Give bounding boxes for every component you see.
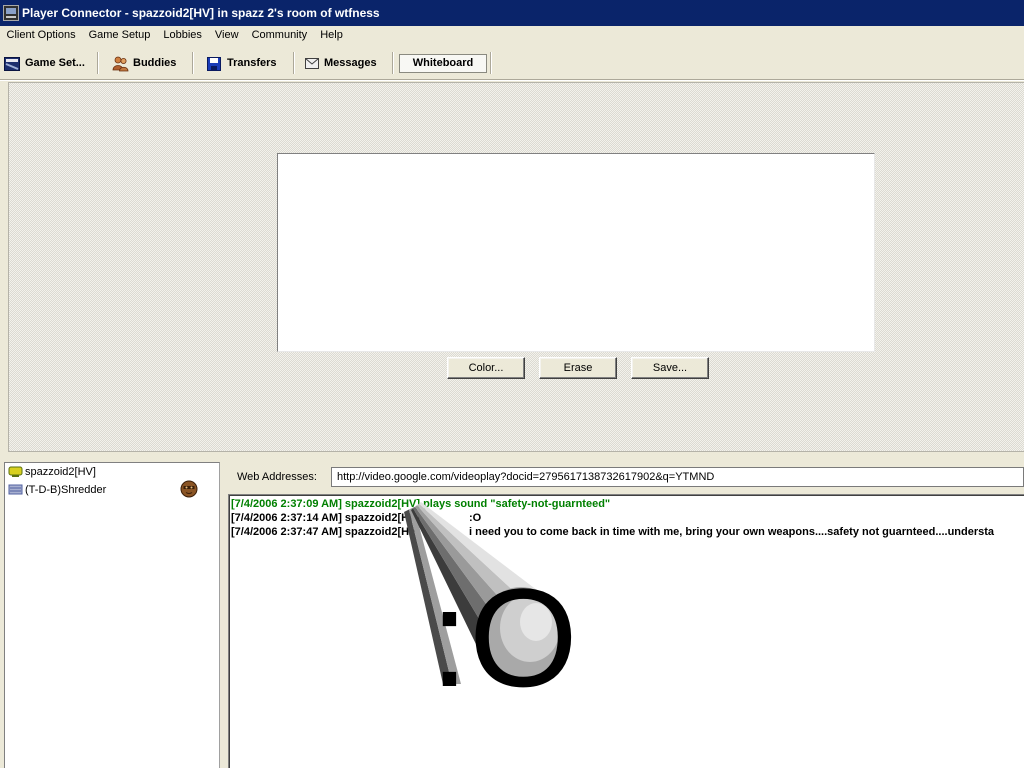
splitter-horizontal[interactable] [0,452,1024,462]
user-list-item[interactable]: spazzoid2[HV] [5,465,219,479]
user-name: spazzoid2[HV] [25,466,96,478]
color-button[interactable]: Color... [447,357,525,379]
menu-view[interactable]: View [208,26,245,44]
chat-username: spazzoid2[HV] [344,512,421,524]
chat-log[interactable]: [7/4/2006 2:37:09 AM] spazzoid2[HV] plays … [228,494,1024,768]
tab-transfers-label: Transfers [227,57,277,69]
toolbar-separator [293,52,295,74]
chat-line-prefix: [7/4/2006 2:37:47 AM] spazzoid2[HV] [231,525,469,539]
chat-username: spazzoid2[HV] [344,498,421,510]
app-icon[interactable] [3,5,19,21]
tab-messages[interactable]: Messages [301,52,387,74]
user-list-item[interactable]: (T-D-B)Shredder [5,480,219,498]
menu-game-setup[interactable]: Game Setup [82,26,157,44]
tab-transfers[interactable]: Transfers [203,52,287,74]
tab-buddies-label: Buddies [133,57,177,69]
chat-message: i need you to come back in time with me,… [469,526,995,538]
whiteboard-panel: Color... Erase Save... [8,82,1024,452]
web-addresses-field[interactable] [331,467,1024,487]
window-title: Player Connector - spazzoid2[HV] in spaz… [22,6,380,20]
tab-game-setup[interactable]: Game Set... [2,52,92,74]
chat-line: [7/4/2006 2:37:09 AM] spazzoid2[HV] plays … [231,497,1024,511]
toolbar-separator [392,52,394,74]
chat-timestamp: [7/4/2006 2:37:14 AM] [231,512,342,524]
tab-game-setup-label: Game Set... [25,57,85,69]
erase-button[interactable]: Erase [539,357,617,379]
chat-username: spazzoid2[HV] [344,526,421,538]
chat-timestamp: [7/4/2006 2:37:47 AM] [231,526,342,538]
splitter-vertical[interactable] [220,462,228,768]
buddies-icon [112,55,129,72]
web-addresses-label: Web Addresses: [237,471,317,483]
title-bar[interactable]: Player Connector - spazzoid2[HV] in spaz… [0,0,1024,26]
user-status-icon [8,466,23,478]
toolbar-divider [0,79,1024,81]
chat-line: [7/4/2006 2:37:47 AM] spazzoid2[HV] i need… [231,525,1024,539]
toolbar-separator [97,52,99,74]
user-name: (T-D-B)Shredder [25,484,107,496]
tab-messages-label: Messages [324,57,377,69]
floppy-disk-icon [207,57,221,71]
tab-buddies[interactable]: Buddies [108,52,186,74]
chat-line-prefix: [7/4/2006 2:37:14 AM] spazzoid2[HV] [231,511,469,525]
chat-message: plays sound "safety-not-guarnteed" [423,498,611,510]
chat-message: :O [469,512,482,524]
user-status-icon [8,484,23,496]
chat-line: [7/4/2006 2:37:14 AM] spazzoid2[HV]:O [231,511,1024,525]
chat-timestamp: [7/4/2006 2:37:09 AM] [231,498,342,510]
toolbar-separator [490,52,492,74]
app-window: Player Connector - spazzoid2[HV] in spaz… [0,0,1024,768]
toolbar: Game Set... Buddies Transfers Messages W… [0,46,1024,79]
menu-help[interactable]: Help [314,26,350,44]
menu-lobbies[interactable]: Lobbies [157,26,209,44]
tab-whiteboard[interactable]: Whiteboard [399,54,487,73]
game-setup-icon [4,57,20,71]
menu-community[interactable]: Community [245,26,314,44]
user-list[interactable]: spazzoid2[HV] (T-D-B)Shredder [4,462,220,768]
save-button[interactable]: Save... [631,357,709,379]
menu-client-options[interactable]: Client Options [0,26,82,44]
avatar-icon [180,480,198,498]
whiteboard-canvas[interactable] [277,153,875,352]
menu-bar: Client Options Game Setup Lobbies View C… [0,26,1024,44]
tab-whiteboard-label: Whiteboard [412,57,474,69]
envelope-icon [305,58,319,69]
toolbar-separator [192,52,194,74]
